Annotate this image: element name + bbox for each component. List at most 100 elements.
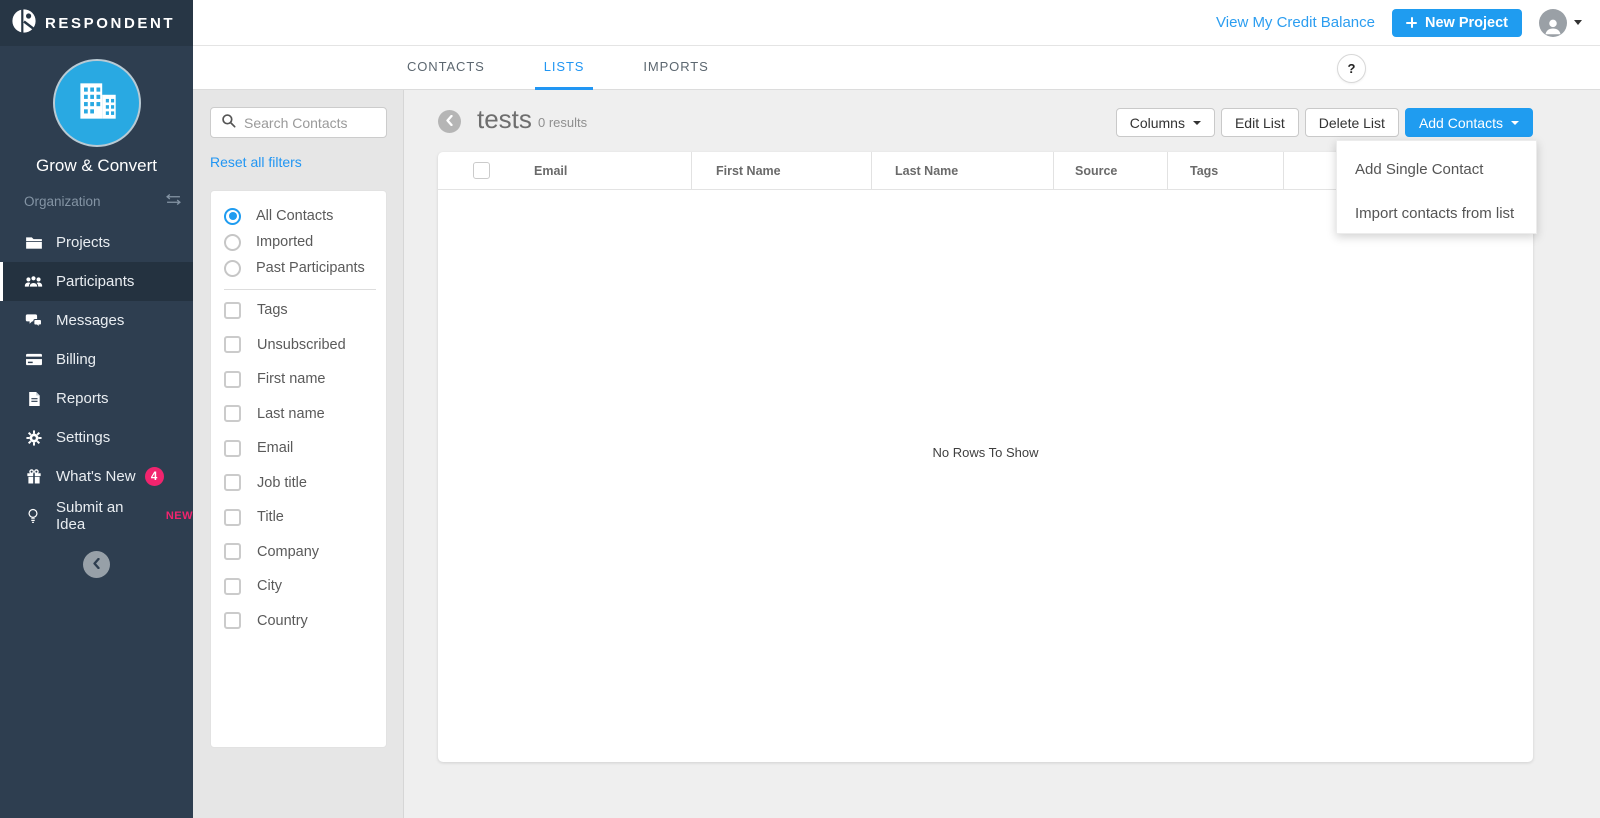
gift-icon: [24, 468, 43, 485]
sidebar-item-submit-idea[interactable]: Submit an Idea NEW: [0, 496, 193, 535]
checkbox[interactable]: [224, 301, 241, 319]
filter-checkbox-unsubscribed[interactable]: Unsubscribed: [224, 328, 376, 363]
sidebar-item-messages[interactable]: Messages: [0, 301, 193, 340]
radio-past-participants[interactable]: Past Participants: [224, 255, 376, 281]
filter-column: Reset all filters All Contacts Imported …: [193, 90, 404, 818]
sidebar-item-label: Reports: [56, 390, 109, 407]
radio-all-contacts[interactable]: All Contacts: [224, 203, 376, 229]
radio-button[interactable]: [224, 259, 241, 277]
folder-icon: [24, 236, 43, 250]
menu-item-add-single-contact[interactable]: Add Single Contact: [1337, 147, 1536, 191]
column-label: First Name: [716, 163, 781, 178]
help-button[interactable]: ?: [1337, 54, 1366, 83]
sidebar-item-label: Settings: [56, 429, 111, 446]
checkbox-label: Tags: [257, 302, 288, 319]
switch-organization-icon[interactable]: [166, 192, 181, 210]
checkbox[interactable]: [224, 405, 241, 423]
checkbox[interactable]: [224, 577, 241, 595]
radio-button[interactable]: [224, 207, 241, 225]
list-title: tests: [477, 104, 532, 134]
column-header-tags[interactable]: Tags: [1167, 152, 1283, 189]
filter-checkbox-title[interactable]: Title: [224, 500, 376, 535]
new-project-button[interactable]: New Project: [1392, 8, 1522, 37]
sidebar: RESPONDENT Grow & Convert Organization P…: [0, 0, 193, 818]
tab-contacts[interactable]: CONTACTS: [398, 46, 494, 90]
checkbox[interactable]: [224, 543, 241, 561]
sidebar-item-settings[interactable]: Settings: [0, 418, 193, 457]
filter-checkbox-tags[interactable]: Tags: [224, 293, 376, 328]
view-credit-balance-link[interactable]: View My Credit Balance: [1216, 14, 1375, 31]
search-contacts-input[interactable]: [244, 114, 378, 131]
sidebar-item-label: Billing: [56, 351, 97, 368]
columns-label: Columns: [1129, 114, 1185, 131]
sidebar-item-projects[interactable]: Projects: [0, 223, 193, 262]
column-header-source[interactable]: Source: [1053, 152, 1167, 189]
brand-header[interactable]: RESPONDENT: [0, 0, 193, 46]
delete-list-label: Delete List: [1318, 114, 1385, 131]
column-header-first-name[interactable]: First Name: [691, 152, 871, 189]
lightbulb-icon: [24, 508, 43, 524]
sidebar-item-label: What's New: [56, 468, 136, 485]
sidebar-item-participants[interactable]: Participants: [0, 262, 193, 301]
sidebar-item-whats-new[interactable]: What's New 4: [0, 457, 193, 496]
workspace-name: Grow & Convert: [36, 156, 157, 175]
radio-button[interactable]: [224, 233, 241, 251]
edit-list-button[interactable]: Edit List: [1220, 108, 1299, 137]
checkbox-label: Email: [257, 440, 294, 457]
radio-imported[interactable]: Imported: [224, 229, 376, 255]
checkbox[interactable]: [224, 439, 241, 457]
filter-checkbox-company[interactable]: Company: [224, 535, 376, 570]
filter-checkbox-email[interactable]: Email: [224, 431, 376, 466]
select-all-checkbox[interactable]: [473, 162, 490, 179]
new-project-label: New Project: [1425, 14, 1508, 31]
whats-new-count-badge: 4: [144, 467, 164, 486]
sidebar-nav: Projects Participants Messages Billing R…: [0, 223, 193, 535]
results-count: 0 results: [538, 115, 588, 130]
plus-icon: [1406, 17, 1417, 28]
column-label: Source: [1075, 163, 1118, 178]
back-button[interactable]: [438, 110, 461, 133]
menu-item-import-contacts-from-list[interactable]: Import contacts from list: [1337, 191, 1536, 235]
sidebar-item-reports[interactable]: Reports: [0, 379, 193, 418]
document-icon: [24, 391, 43, 407]
checkbox[interactable]: [224, 612, 241, 630]
reset-all-filters-link[interactable]: Reset all filters: [210, 154, 302, 170]
delete-list-button[interactable]: Delete List: [1304, 108, 1399, 137]
columns-button[interactable]: Columns: [1115, 108, 1215, 137]
column-label: Tags: [1190, 163, 1219, 178]
chevron-left-icon: [445, 113, 454, 131]
sidebar-item-label: Submit an Idea: [55, 498, 124, 533]
workspace-block: Grow & Convert: [0, 46, 193, 176]
checkbox-label: Unsubscribed: [257, 336, 346, 353]
filter-checkbox-country[interactable]: Country: [224, 604, 376, 639]
checkbox-label: Title: [257, 509, 284, 526]
filter-checkbox-first-name[interactable]: First name: [224, 362, 376, 397]
caret-down-icon: [1192, 121, 1201, 125]
tab-bar: CONTACTS LISTS IMPORTS ?: [193, 46, 1600, 90]
sidebar-item-billing[interactable]: Billing: [0, 340, 193, 379]
tab-lists[interactable]: LISTS: [534, 46, 594, 90]
filter-checkbox-last-name[interactable]: Last name: [224, 397, 376, 432]
column-label: Last Name: [895, 163, 959, 178]
chevron-down-icon: [1574, 20, 1582, 25]
question-mark-icon: ?: [1347, 61, 1356, 76]
filter-checkbox-city[interactable]: City: [224, 569, 376, 604]
sidebar-item-label: Participants: [56, 273, 135, 290]
column-header-last-name[interactable]: Last Name: [871, 152, 1053, 189]
chevron-left-icon: [92, 556, 101, 574]
tab-imports[interactable]: IMPORTS: [634, 46, 717, 90]
checkbox[interactable]: [224, 474, 241, 492]
sidebar-item-label: Projects: [56, 234, 111, 251]
checkbox-label: Job title: [257, 474, 307, 491]
new-feature-tag: NEW: [165, 509, 193, 522]
checkbox[interactable]: [224, 370, 241, 388]
search-icon: [221, 113, 236, 133]
add-contacts-button[interactable]: Add Contacts: [1404, 108, 1533, 137]
checkbox[interactable]: [224, 508, 241, 526]
workspace-logo[interactable]: [52, 59, 141, 147]
column-header-email[interactable]: Email: [500, 152, 691, 189]
sidebar-collapse-button[interactable]: [83, 551, 110, 578]
checkbox[interactable]: [224, 336, 241, 354]
filter-checkbox-job-title[interactable]: Job title: [224, 466, 376, 501]
account-menu[interactable]: [1539, 8, 1582, 37]
